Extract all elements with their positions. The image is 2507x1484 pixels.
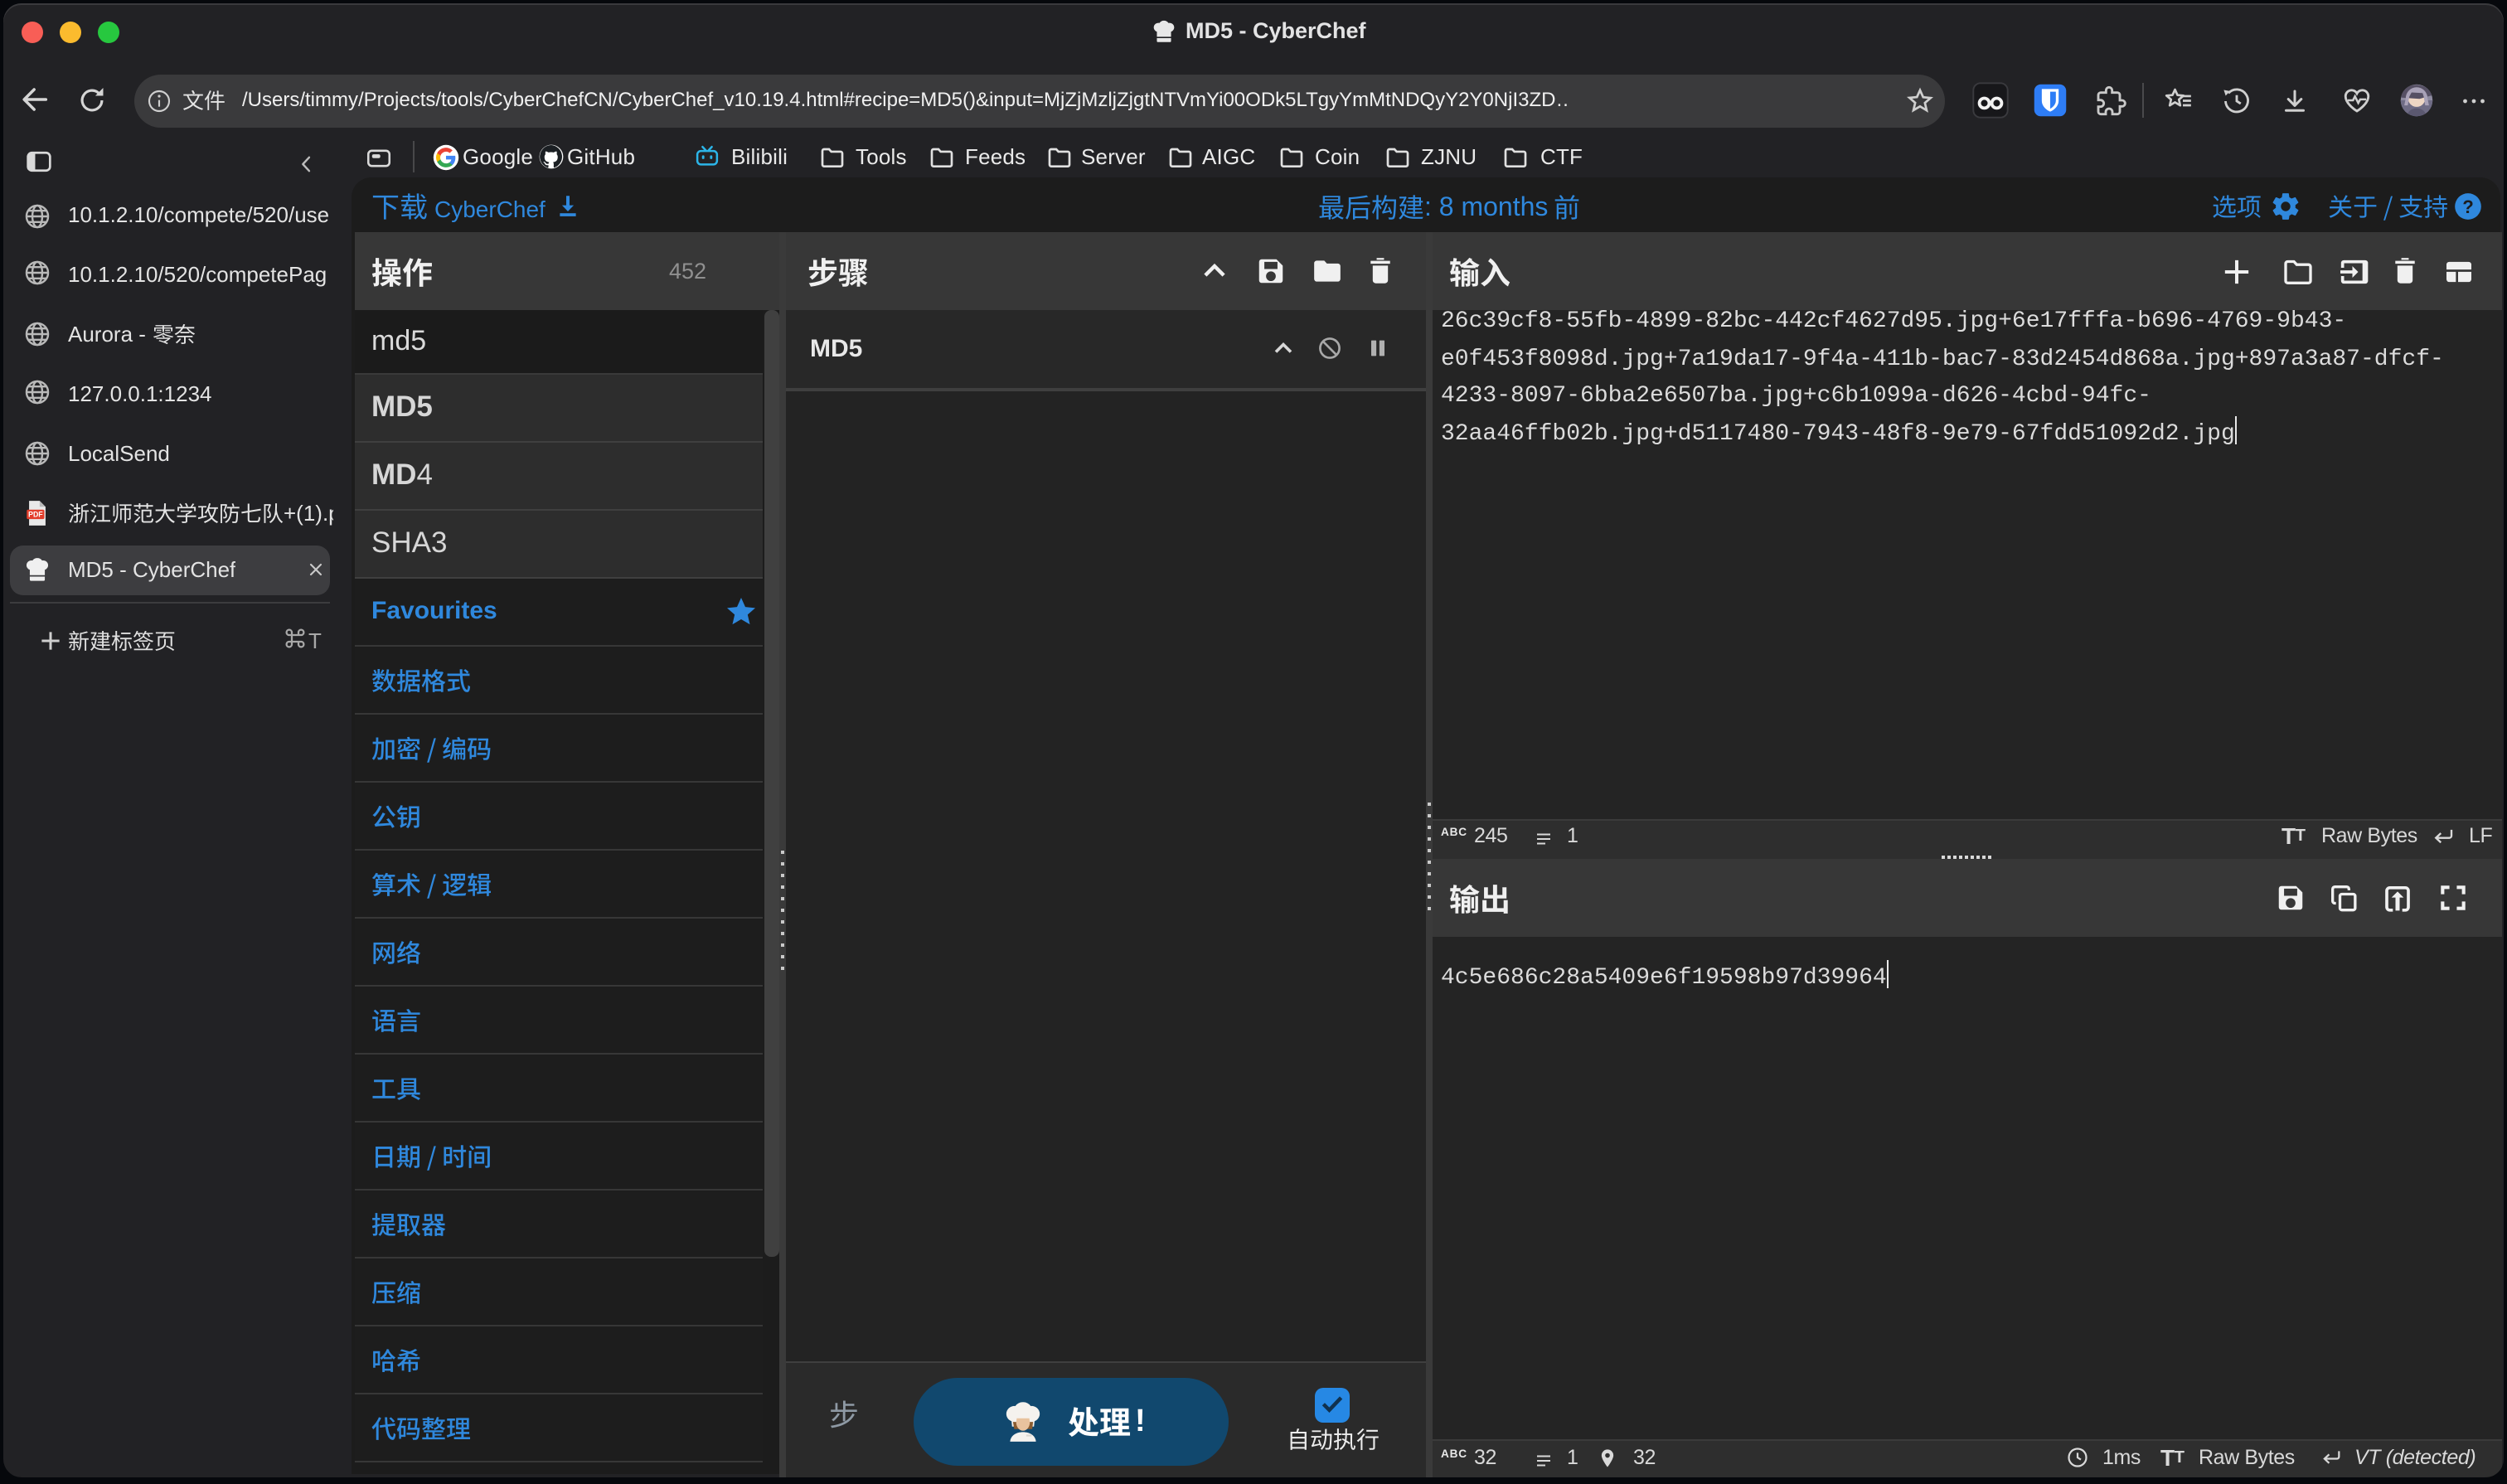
svg-text:PDF: PDF <box>28 511 43 519</box>
svg-text:?: ? <box>2461 196 2473 217</box>
